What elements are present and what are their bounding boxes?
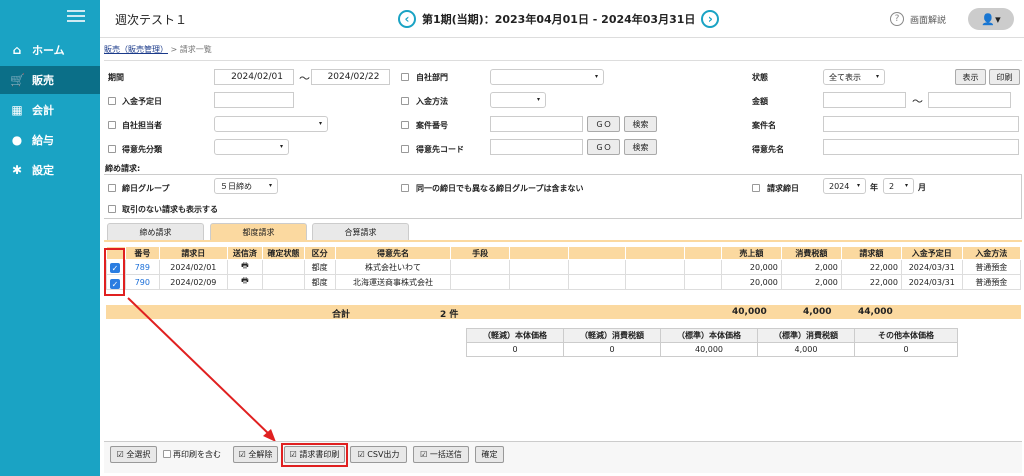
check-icon: ☑	[420, 450, 430, 459]
highlight-print-button	[281, 443, 348, 467]
deselect-all-button[interactable]: ☑ 全解除	[233, 446, 278, 463]
confirm-button[interactable]: 確定	[475, 446, 504, 463]
check-icon: ☑	[357, 450, 368, 459]
check-icon: ☑	[116, 450, 127, 459]
csv-export-button[interactable]: ☑ CSV出力	[350, 446, 407, 463]
reprint-checkbox[interactable]	[163, 450, 171, 458]
highlight-arrow	[127, 297, 276, 442]
select-all-button[interactable]: ☑ 全選択	[110, 446, 157, 463]
check-icon: ☑	[238, 450, 249, 459]
bulk-send-button[interactable]: ☑ 一括送信	[413, 446, 469, 463]
